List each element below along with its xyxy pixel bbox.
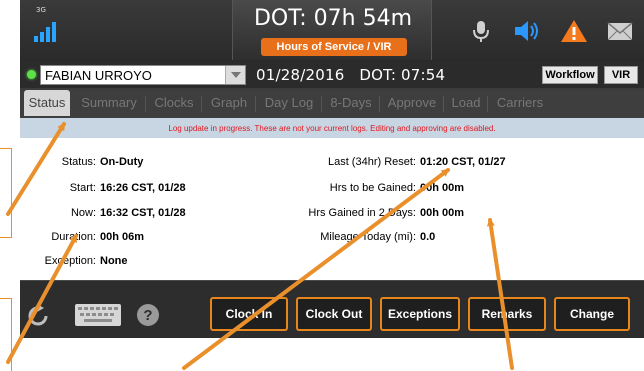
mail-icon[interactable] bbox=[606, 18, 633, 44]
tab-8-days[interactable]: 8-Days bbox=[324, 90, 378, 116]
hrs-gained-field: Hrs Gained in 2 Days: 00h 00m bbox=[270, 207, 464, 219]
speaker-icon[interactable] bbox=[512, 18, 538, 44]
now-label: Now: bbox=[70, 207, 96, 219]
date-dot-info: 01/28/2016 DOT: 07:54 bbox=[256, 66, 446, 84]
keyboard-icon[interactable] bbox=[74, 303, 122, 332]
start-field: Start: 16:26 CST, 01/28 bbox=[20, 182, 186, 194]
clock-out-button[interactable]: Clock Out bbox=[296, 297, 372, 331]
driver-name: FABIAN URROYO bbox=[45, 68, 152, 83]
mileage-field: Mileage Today (mi): 0.0 bbox=[270, 231, 435, 243]
top-status-bar: 3G DOT: 07h 54m Hours of Service / VIR bbox=[20, 0, 644, 62]
microphone-icon[interactable] bbox=[468, 18, 494, 44]
duration-field: Duration: 00h 06m bbox=[20, 231, 144, 243]
vir-button[interactable]: VIR bbox=[604, 66, 638, 84]
clock-in-button[interactable]: Clock In bbox=[210, 297, 288, 331]
tab-approve[interactable]: Approve bbox=[382, 90, 442, 116]
annotation-box-top bbox=[0, 148, 12, 238]
status-value: On-Duty bbox=[100, 156, 144, 168]
status-content-panel: Log update in progress. These are not yo… bbox=[20, 118, 644, 280]
hos-vir-button[interactable]: Hours of Service / VIR bbox=[261, 38, 407, 56]
log-update-notice: Log update in progress. These are not yo… bbox=[20, 118, 644, 138]
signal-icon: 3G bbox=[32, 6, 66, 46]
last-reset-value: 01:20 CST, 01/27 bbox=[420, 156, 506, 168]
tab-graph[interactable]: Graph bbox=[204, 90, 254, 116]
dot-time-title: DOT: 07h 54m bbox=[253, 6, 413, 31]
remarks-button[interactable]: Remarks bbox=[468, 297, 546, 331]
chevron-down-icon[interactable] bbox=[225, 66, 245, 84]
tab-bar: Status Summary Clocks Graph Day Log 8-Da… bbox=[20, 90, 644, 118]
mileage-value: 0.0 bbox=[420, 231, 436, 243]
workflow-button[interactable]: Workflow bbox=[542, 66, 598, 84]
now-field: Now: 16:32 CST, 01/28 bbox=[20, 207, 186, 219]
tab-carriers[interactable]: Carriers bbox=[490, 90, 550, 116]
last-reset-field: Last (34hr) Reset: 01:20 CST, 01/27 bbox=[270, 156, 506, 168]
hos-device-screen: 3G DOT: 07h 54m Hours of Service / VIR F… bbox=[20, 0, 644, 338]
refresh-icon[interactable] bbox=[26, 303, 52, 334]
bottom-toolbar: ? Clock In Clock Out Exceptions Remarks … bbox=[20, 280, 644, 338]
duration-value: 00h 06m bbox=[100, 231, 145, 243]
dot-panel: DOT: 07h 54m Hours of Service / VIR bbox=[232, 0, 432, 60]
screenshot-stage: 3G DOT: 07h 54m Hours of Service / VIR F… bbox=[0, 0, 644, 371]
exception-label: Exception: bbox=[44, 255, 96, 267]
driver-select[interactable]: FABIAN URROYO bbox=[40, 65, 246, 85]
change-button[interactable]: Change bbox=[554, 297, 630, 331]
driver-row: FABIAN URROYO 01/28/2016 DOT: 07:54 Work… bbox=[20, 62, 644, 88]
tab-load[interactable]: Load bbox=[446, 90, 486, 116]
hrs-gained-value: 00h 00m bbox=[420, 207, 465, 219]
annotation-box-bottom bbox=[0, 298, 12, 371]
warning-icon[interactable] bbox=[560, 18, 587, 44]
tab-day-log[interactable]: Day Log bbox=[258, 90, 320, 116]
connection-status-led bbox=[27, 70, 36, 79]
status-field: Status: On-Duty bbox=[20, 156, 144, 168]
tab-summary[interactable]: Summary bbox=[74, 90, 144, 116]
exception-value: None bbox=[100, 255, 128, 267]
exceptions-button[interactable]: Exceptions bbox=[380, 297, 460, 331]
now-value: 16:32 CST, 01/28 bbox=[100, 207, 186, 219]
hrs-to-gain-label: Hrs to be Gained: bbox=[329, 182, 416, 194]
hrs-to-gain-value: 00h 00m bbox=[420, 182, 465, 194]
start-label: Start: bbox=[69, 182, 96, 194]
mileage-label: Mileage Today (mi): bbox=[320, 231, 416, 243]
exception-field: Exception: None bbox=[20, 255, 128, 267]
tab-status[interactable]: Status bbox=[24, 90, 70, 116]
svg-text:?: ? bbox=[143, 307, 152, 324]
start-value: 16:26 CST, 01/28 bbox=[100, 182, 186, 194]
last-reset-label: Last (34hr) Reset: bbox=[327, 156, 416, 168]
help-icon[interactable]: ? bbox=[136, 303, 160, 332]
network-type-label: 3G bbox=[36, 6, 46, 14]
status-label: Status: bbox=[61, 156, 96, 168]
tab-clocks[interactable]: Clocks bbox=[148, 90, 200, 116]
hrs-gained-label: Hrs Gained in 2 Days: bbox=[308, 207, 416, 219]
duration-label: Duration: bbox=[51, 231, 96, 243]
hrs-to-gain-field: Hrs to be Gained: 00h 00m bbox=[270, 182, 464, 194]
